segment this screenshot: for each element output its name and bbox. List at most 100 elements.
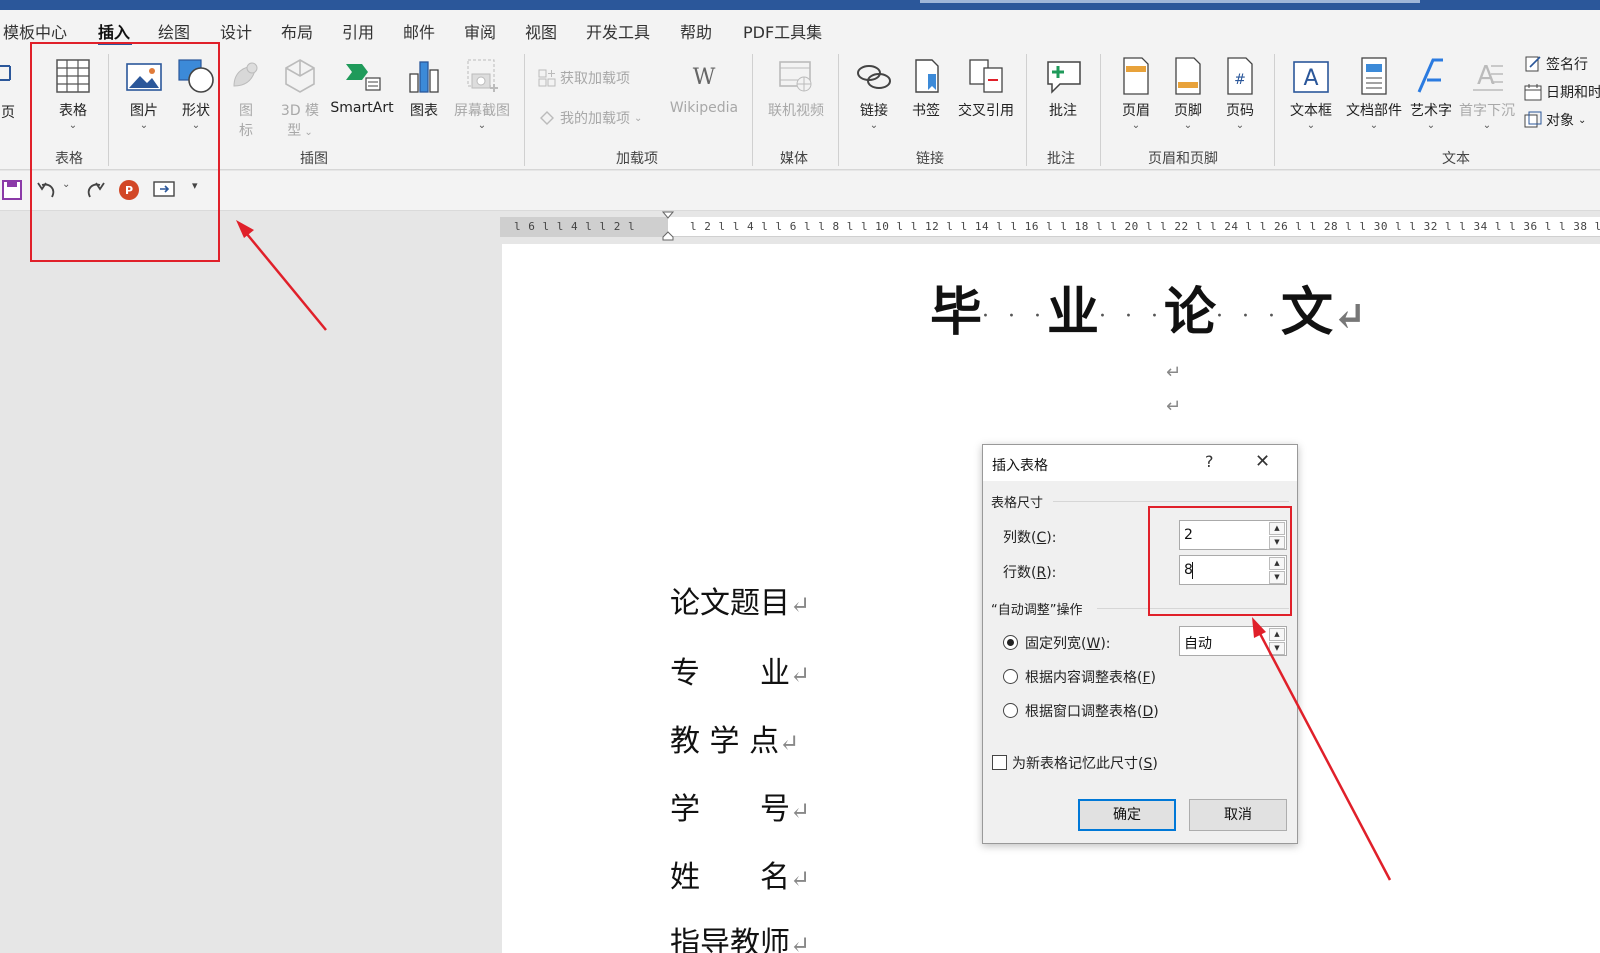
smartart-button[interactable]: SmartArt <box>328 56 396 116</box>
fixed-width-label: 固定列宽(W): <box>1025 633 1111 653</box>
comment-button[interactable]: 批注 <box>1044 56 1082 120</box>
signature-line-button[interactable]: 签名行 <box>1524 54 1588 74</box>
word-art-button[interactable]: 艺术字 ⌄ <box>1408 56 1454 132</box>
object-button[interactable]: 对象 ⌄ <box>1524 110 1586 130</box>
page-number-button[interactable]: # 页码 ⌄ <box>1220 56 1260 132</box>
3d-model-label-line2: 型 <box>287 123 302 139</box>
spin-down-icon[interactable]: ▼ <box>1269 642 1285 655</box>
field-label: 姓 名 <box>670 860 790 895</box>
tab-draw[interactable]: 绘图 <box>158 19 190 43</box>
chart-label: 图表 <box>410 103 438 119</box>
ruler-left-ticks: l 6 l l 4 l l 2 l <box>514 220 636 233</box>
tab-review[interactable]: 审阅 <box>464 19 496 43</box>
page-break-button[interactable]: 页 <box>0 58 16 122</box>
field-label: 论文题目 <box>670 586 790 621</box>
fixed-width-radio[interactable] <box>1003 635 1018 650</box>
tab-mailings[interactable]: 邮件 <box>403 19 435 43</box>
autofit-window-label: 根据窗口调整表格(D) <box>1025 701 1159 721</box>
column-width-value[interactable]: 自动 <box>1184 633 1212 653</box>
chevron-down-icon: ⌄ <box>1131 120 1141 131</box>
chart-button[interactable]: 图表 <box>404 56 444 120</box>
tab-view[interactable]: 视图 <box>525 19 557 43</box>
online-video-button[interactable]: 联机视频 <box>764 56 828 120</box>
calendar-icon <box>1524 84 1542 101</box>
tab-insert[interactable]: 插入 <box>98 19 130 43</box>
chevron-down-icon: ⌄ <box>301 127 313 138</box>
group-label-comments: 批注 <box>1047 151 1075 167</box>
annotation-arrow-table <box>236 220 327 331</box>
section-divider <box>1053 501 1289 502</box>
ok-button[interactable]: 确定 <box>1078 799 1176 831</box>
autofit-window-radio[interactable] <box>1003 703 1018 718</box>
column-width-spinner[interactable]: 自动 ▲ ▼ <box>1179 626 1287 656</box>
icons-icon <box>233 62 258 87</box>
dialog-titlebar[interactable]: 插入表格 ? ✕ <box>983 445 1297 481</box>
header-button[interactable]: 页眉 ⌄ <box>1116 56 1156 132</box>
indent-marker-icon[interactable] <box>662 211 674 241</box>
my-addins-button[interactable]: 我的加载项 ⌄ <box>538 108 642 128</box>
link-button[interactable]: 链接 ⌄ <box>852 56 896 132</box>
get-addins-button[interactable]: 获取加载项 <box>538 68 630 88</box>
chevron-down-icon: ⌄ <box>477 120 487 131</box>
spin-up-icon[interactable]: ▲ <box>1269 628 1285 641</box>
svg-text:A: A <box>1303 66 1318 91</box>
chart-icon <box>409 61 439 93</box>
comment-label: 批注 <box>1049 103 1077 119</box>
footer-button[interactable]: 页脚 ⌄ <box>1168 56 1208 132</box>
comment-icon <box>1047 61 1081 94</box>
quick-parts-icon <box>1361 57 1387 95</box>
tab-design[interactable]: 设计 <box>220 19 252 43</box>
group-label-media: 媒体 <box>780 151 808 167</box>
autofit-window-label-suffix: ) <box>1153 704 1159 720</box>
autofit-content-radio[interactable] <box>1003 669 1018 684</box>
insert-table-dialog: 插入表格 ? ✕ 表格尺寸 列数(C): 2 ▲ ▼ 行数(R): 8 ▲ ▼ … <box>982 444 1298 844</box>
group-label-illustrations: 插图 <box>300 151 328 167</box>
bookmark-button[interactable]: 书签 <box>908 56 944 120</box>
bookmark-label: 书签 <box>912 103 940 119</box>
text-box-label: 文本框 <box>1290 103 1332 119</box>
columns-label: 列数(C): <box>1003 527 1056 547</box>
wikipedia-label: Wikipedia <box>669 100 739 116</box>
drop-cap-icon: A <box>1473 61 1503 91</box>
paragraph-mark: ↵ <box>1166 396 1182 417</box>
remember-size-label-text: 为新表格记忆此尺寸( <box>1012 756 1144 772</box>
close-icon[interactable]: ✕ <box>1255 451 1270 472</box>
help-icon[interactable]: ? <box>1205 452 1214 471</box>
cancel-button[interactable]: 取消 <box>1189 799 1287 831</box>
dialog-title: 插入表格 <box>992 458 1048 474</box>
tab-references[interactable]: 引用 <box>342 19 374 43</box>
tab-help[interactable]: 帮助 <box>680 19 712 43</box>
wikipedia-button[interactable]: W Wikipedia <box>666 56 742 116</box>
svg-text:W: W <box>693 65 716 90</box>
drop-cap-button[interactable]: A 首字下沉 ⌄ <box>1456 56 1518 132</box>
ribbon-divider <box>838 54 839 166</box>
signature-icon <box>1525 56 1541 72</box>
tab-developer[interactable]: 开发工具 <box>586 19 650 43</box>
icons-button[interactable]: 图 标 <box>228 56 264 140</box>
paragraph-mark: ↵ <box>1166 362 1182 383</box>
remember-size-checkbox[interactable] <box>992 755 1007 770</box>
tab-layout[interactable]: 布局 <box>281 19 313 43</box>
word-art-icon <box>1417 58 1443 93</box>
field-label: 教 学 点 <box>670 724 780 759</box>
ruler-right-ticks: l 2 l l 4 l l 6 l l 8 l l 10 l l 12 l l … <box>690 220 1600 233</box>
my-addins-icon <box>540 111 554 125</box>
quick-parts-button[interactable]: 文档部件 ⌄ <box>1342 56 1406 132</box>
group-label-links: 链接 <box>916 151 944 167</box>
screenshot-button[interactable]: 屏幕截图 ⌄ <box>450 56 514 132</box>
tab-pdf-tools[interactable]: PDF工具集 <box>743 19 822 43</box>
save-button[interactable] <box>2 179 22 205</box>
annotation-box-table <box>30 42 220 262</box>
quick-parts-label: 文档部件 <box>1346 103 1402 119</box>
cross-reference-button[interactable]: 交叉引用 <box>954 56 1018 120</box>
text-box-button[interactable]: A 文本框 ⌄ <box>1286 56 1336 132</box>
field-label: 专 业 <box>670 656 790 691</box>
title-char: 文 <box>1280 282 1333 343</box>
tab-template-center[interactable]: 模板中心 <box>3 19 67 43</box>
horizontal-ruler[interactable]: l 6 l l 4 l l 2 l l 2 l l 4 l l 6 l l 8 … <box>500 211 1600 241</box>
3d-model-button[interactable]: 3D 模 型 ⌄ <box>276 56 324 140</box>
signature-line-label: 签名行 <box>1546 57 1588 73</box>
autofit-window-access-key: D <box>1142 704 1154 720</box>
date-time-button[interactable]: 日期和时 <box>1524 82 1600 102</box>
online-video-label: 联机视频 <box>768 103 824 119</box>
